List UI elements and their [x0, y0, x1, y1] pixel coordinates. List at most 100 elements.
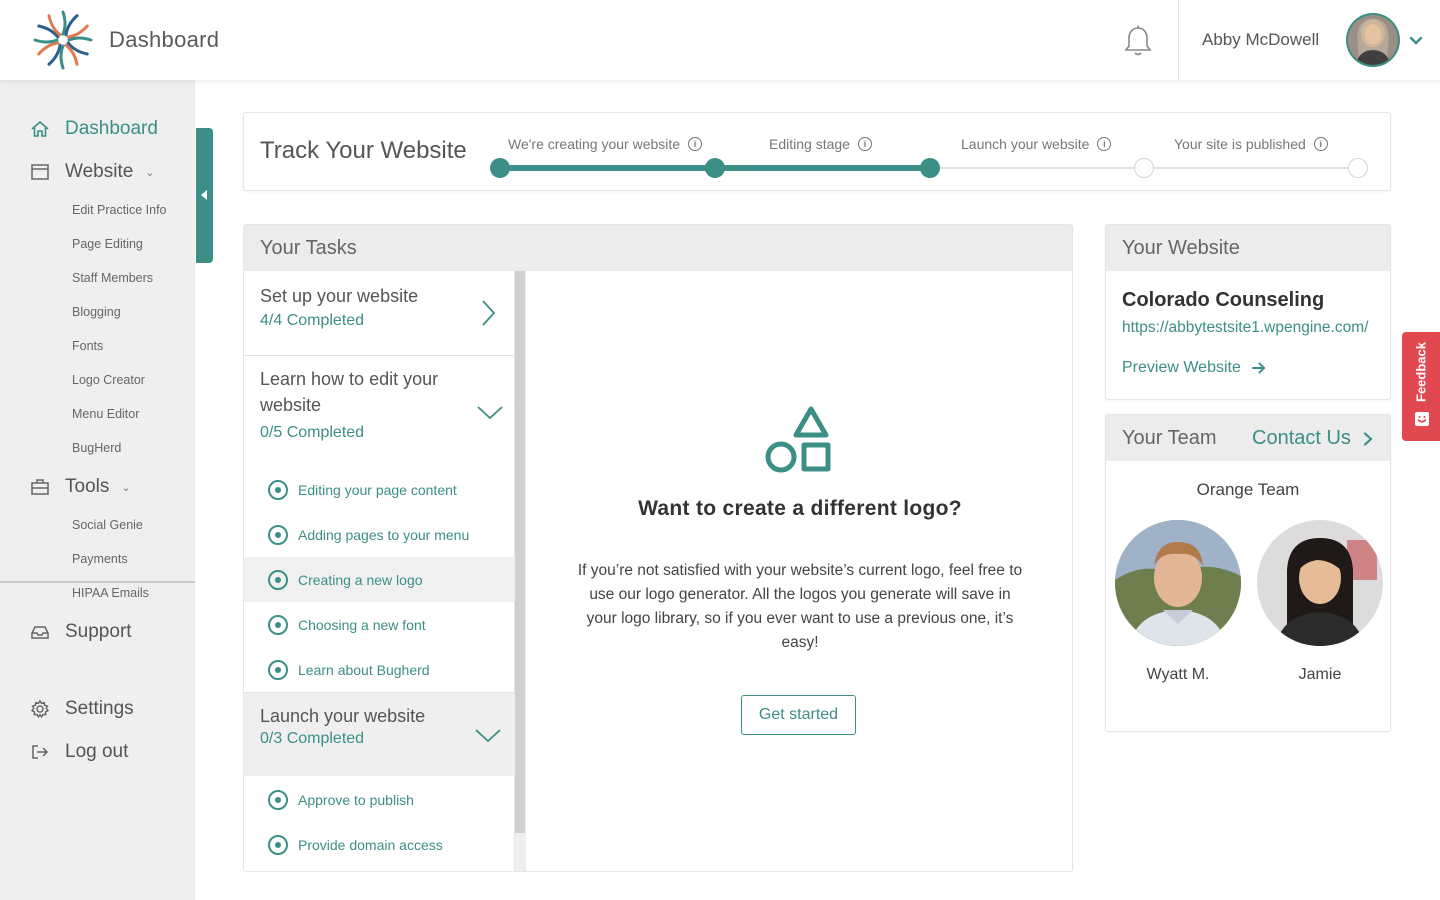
sidebar-subitem-bugherd[interactable]: BugHerd — [72, 441, 121, 455]
smile-icon — [1415, 412, 1429, 426]
member-photo — [1115, 520, 1241, 646]
feedback-label: Feedback — [1413, 342, 1429, 402]
bell-icon[interactable] — [1122, 24, 1154, 58]
radio-icon — [268, 569, 288, 590]
team-member-wyatt[interactable]: Wyatt M. — [1115, 520, 1241, 684]
team-card: Your Team Contact Us Orange Team Wyatt M… — [1105, 414, 1391, 732]
sidebar-subitem-logo-creator[interactable]: Logo Creator — [72, 373, 145, 387]
task-item-learn-bugherd[interactable]: Learn about Bugherd — [244, 647, 515, 692]
sidebar-item-label: Settings — [65, 698, 134, 719]
site-name: Colorado Counseling — [1122, 289, 1325, 311]
feedback-tab[interactable]: Feedback — [1402, 332, 1440, 441]
sidebar-collapse-toggle[interactable] — [196, 128, 213, 263]
chevron-down-icon[interactable] — [476, 404, 504, 420]
step-label-editing: Editing stage i — [769, 136, 872, 152]
sidebar-item-dashboard[interactable]: Dashboard — [30, 118, 158, 140]
user-name[interactable]: Abby McDowell — [1202, 30, 1319, 50]
member-name: Wyatt M. — [1146, 666, 1210, 683]
brand-logo-icon[interactable] — [28, 8, 98, 72]
radio-icon — [268, 834, 288, 855]
site-url-link[interactable]: https://abbytestsite1.wpengine.com/ — [1122, 319, 1368, 337]
chevron-down-icon: ⌄ — [145, 166, 155, 179]
logout-icon — [32, 745, 49, 759]
toolbox-icon — [31, 479, 49, 495]
task-group-learn-edit[interactable]: Learn how to edit your website 0/5 Compl… — [244, 356, 515, 456]
task-group-launch[interactable]: Launch your website 0/3 Completed — [244, 693, 515, 776]
chevron-down-icon[interactable] — [474, 727, 502, 743]
website-card-header: Your Website — [1106, 225, 1390, 271]
chevron-right-icon — [1363, 431, 1373, 446]
get-started-button[interactable]: Get started — [741, 695, 856, 735]
step-dot-published — [1348, 158, 1368, 178]
gear-icon — [30, 699, 50, 719]
radio-icon — [268, 479, 288, 500]
contact-us-link[interactable]: Contact Us — [1252, 427, 1375, 450]
radio-icon — [268, 614, 288, 635]
info-icon[interactable]: i — [1097, 137, 1112, 151]
sidebar-item-label: Dashboard — [65, 118, 158, 139]
scrollbar-thumb[interactable] — [515, 271, 525, 833]
task-item-choosing-new-font[interactable]: Choosing a new font — [244, 602, 515, 647]
sidebar-subitem-blogging[interactable]: Blogging — [72, 305, 121, 319]
task-detail-title: Want to create a different logo? — [638, 497, 962, 520]
task-group-count: 0/5 Completed — [260, 424, 365, 441]
task-item-editing-page-content[interactable]: Editing your page content — [244, 467, 515, 512]
team-member-jamie[interactable]: Jamie — [1257, 520, 1383, 684]
chevron-down-icon: ⌄ — [121, 481, 131, 494]
radio-icon — [268, 524, 288, 545]
task-item-adding-pages-menu[interactable]: Adding pages to your menu — [244, 512, 515, 557]
sidebar-item-tools[interactable]: Tools ⌄ — [30, 476, 131, 498]
website-card: Your Website Colorado Counseling https:/… — [1105, 224, 1391, 400]
arrow-right-icon — [1251, 362, 1266, 374]
sidebar-subitem-hipaa-emails[interactable]: HIPAA Emails — [72, 586, 149, 600]
step-dot-launch-pending — [1134, 158, 1154, 178]
sidebar-subitem-page-editing[interactable]: Page Editing — [72, 237, 143, 251]
task-item-domain-access[interactable]: Provide domain access — [244, 822, 515, 867]
shapes-icon — [765, 406, 831, 473]
task-group-count: 0/3 Completed — [260, 730, 365, 747]
user-avatar[interactable] — [1346, 13, 1400, 67]
task-group-title: Set up your website — [260, 286, 419, 306]
header-divider — [1178, 0, 1179, 80]
sidebar-item-label: Website — [65, 161, 134, 182]
sidebar-item-settings[interactable]: Settings — [30, 698, 134, 720]
task-item-approve-publish[interactable]: Approve to publish — [244, 777, 515, 822]
step-label-launch: Launch your website i — [961, 136, 1112, 152]
sidebar-item-logout[interactable]: Log out — [30, 741, 128, 763]
info-icon[interactable]: i — [1313, 137, 1328, 151]
website-card-title: Your Website — [1122, 237, 1240, 259]
sidebar-subitem-payments[interactable]: Payments — [72, 552, 128, 566]
preview-website-link[interactable]: Preview Website — [1122, 359, 1267, 377]
sidebar-divider — [0, 581, 195, 583]
sidebar-subitem-menu-editor[interactable]: Menu Editor — [72, 407, 139, 421]
sidebar-subitem-staff-members[interactable]: Staff Members — [72, 271, 153, 285]
task-group-setup[interactable]: Set up your website 4/4 Completed — [244, 271, 515, 355]
tasks-panel: Your Tasks Set up your website 4/4 Compl… — [243, 224, 1073, 872]
member-photo — [1257, 520, 1383, 646]
info-icon[interactable]: i — [688, 137, 703, 151]
step-dot-launch — [920, 158, 940, 178]
sidebar-item-label: Log out — [65, 741, 129, 762]
task-group-title: Learn how to edit your website — [260, 369, 439, 415]
chevron-right-icon[interactable] — [480, 299, 496, 327]
sidebar-subitem-fonts[interactable]: Fonts — [72, 339, 103, 353]
info-icon[interactable]: i — [857, 137, 872, 151]
sidebar-item-support[interactable]: Support — [30, 621, 132, 643]
sidebar-item-label: Tools — [65, 476, 110, 497]
radio-icon — [268, 659, 288, 680]
tasks-title: Your Tasks — [260, 237, 357, 259]
chevron-down-icon[interactable] — [1408, 32, 1424, 48]
step-label-published: Your site is published i — [1174, 136, 1328, 152]
track-website-card: Track Your Website We're creating your w… — [243, 112, 1391, 191]
step-dot-editing — [705, 158, 725, 178]
task-group-title: Launch your website — [260, 706, 426, 726]
top-header: Dashboard Abby McDowell — [0, 0, 1440, 80]
sidebar-subitem-edit-practice-info[interactable]: Edit Practice Info — [72, 203, 167, 217]
app-title: Dashboard — [109, 27, 220, 52]
sidebar-item-website[interactable]: Website ⌄ — [30, 161, 155, 183]
task-item-creating-new-logo[interactable]: Creating a new logo — [244, 557, 515, 602]
browser-window-icon — [31, 164, 49, 180]
sidebar-item-label: Support — [65, 621, 132, 642]
sidebar-subitem-social-genie[interactable]: Social Genie — [72, 518, 143, 532]
task-group-count: 4/4 Completed — [260, 312, 365, 329]
